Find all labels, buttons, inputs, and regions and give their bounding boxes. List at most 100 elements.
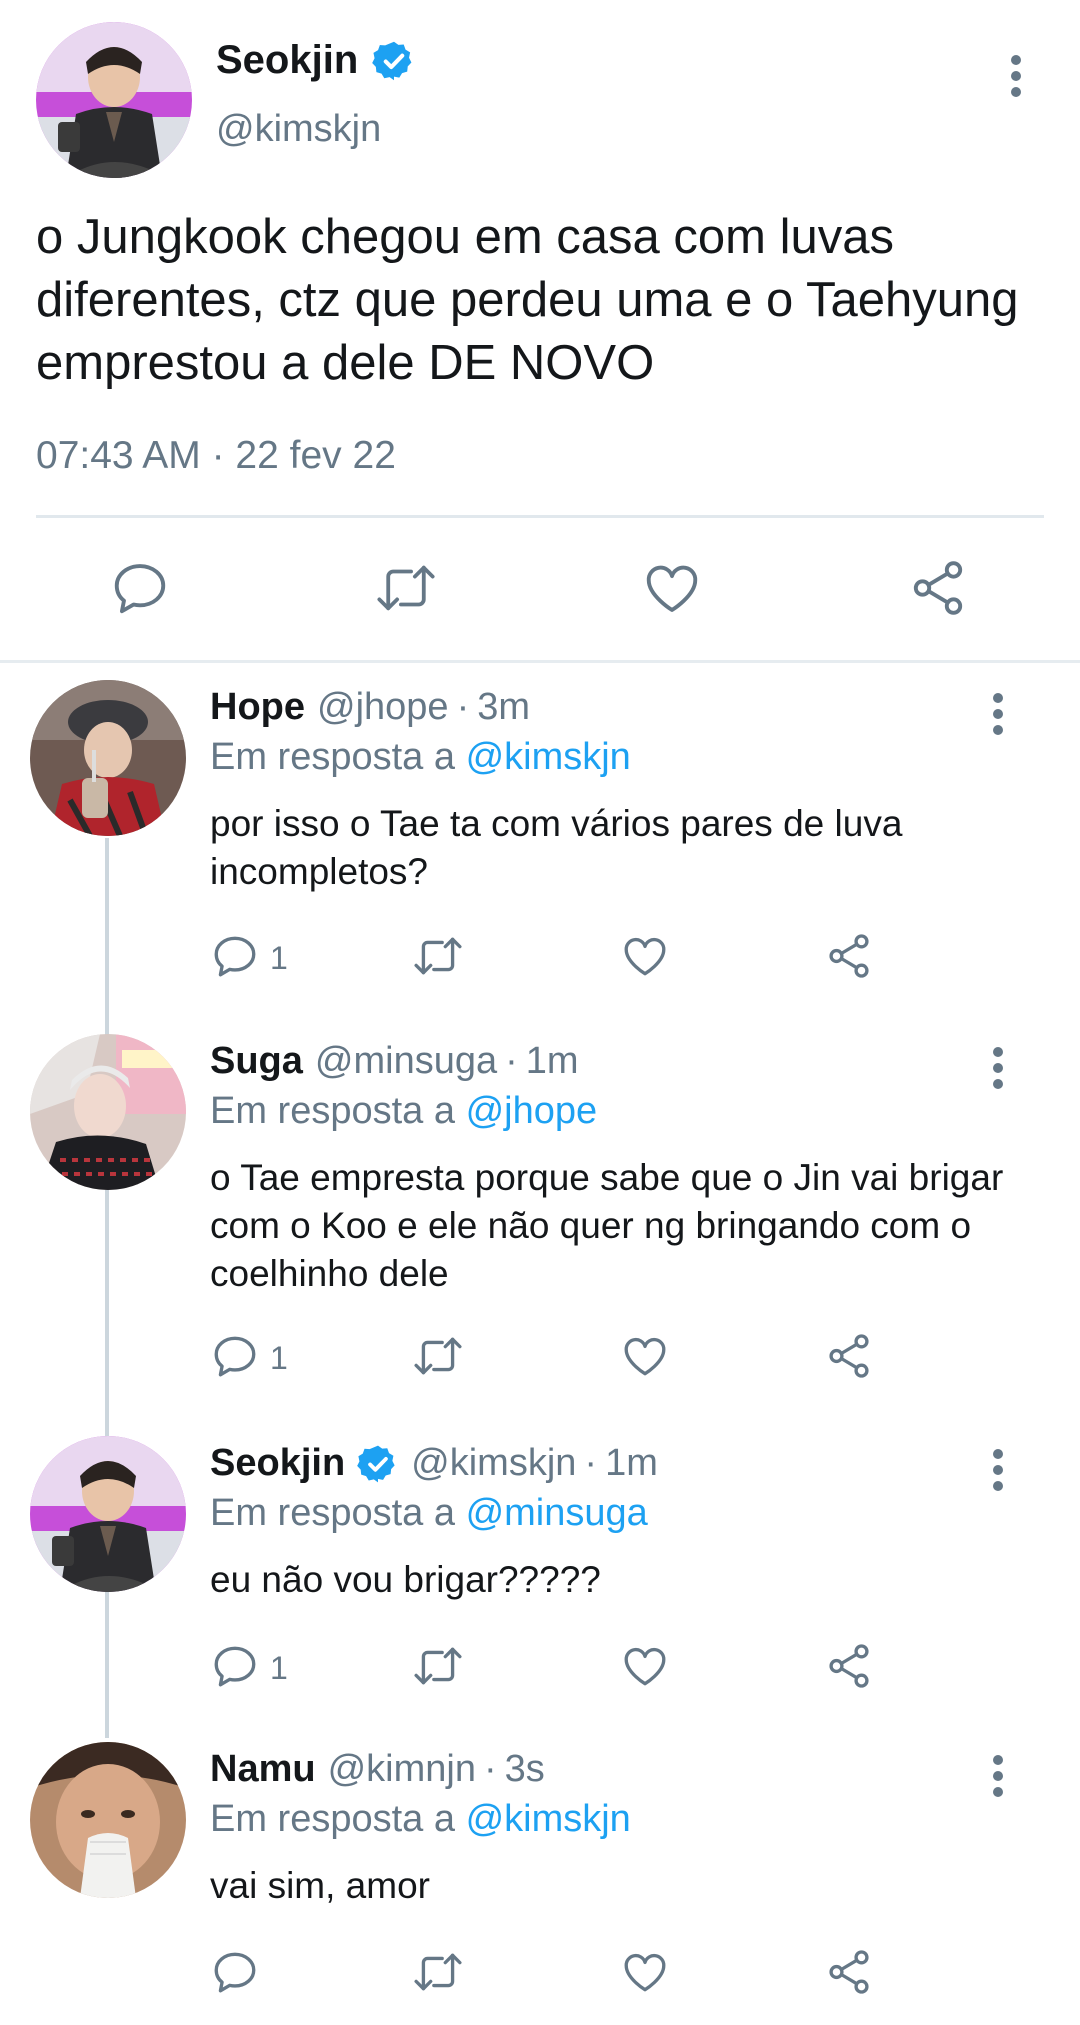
avatar[interactable] [30, 1034, 186, 1190]
reply-actions: 1 [210, 928, 910, 988]
reply-icon [210, 1641, 260, 1696]
retweet-button[interactable] [410, 928, 466, 988]
like-button[interactable] [620, 1944, 670, 2004]
tweet-timestamp[interactable]: 07:43 AM · 22 fev 22 [36, 434, 396, 478]
reply-button[interactable] [100, 550, 180, 630]
reply-tweet: Hope @jhope · 3m Em resposta a @kimskjn … [0, 668, 1080, 1018]
reply-time[interactable]: 1m [526, 1040, 579, 1083]
reply-button[interactable]: 1 [210, 928, 288, 988]
retweet-button[interactable] [410, 1638, 466, 1698]
retweet-icon [410, 1331, 466, 1386]
verified-badge-icon [357, 1443, 399, 1485]
more-options-icon[interactable] [978, 1446, 1018, 1496]
share-button[interactable] [824, 1328, 874, 1388]
retweet-icon [410, 1947, 466, 2002]
like-button[interactable] [632, 550, 712, 630]
reply-text: o Tae empresta porque sabe que o Jin vai… [210, 1157, 1004, 1294]
author-row: Seokjin [216, 38, 416, 83]
author-name[interactable]: Seokjin [210, 1442, 345, 1485]
reply-actions [210, 1944, 910, 2004]
mention-link[interactable]: @minsuga [466, 1492, 648, 1534]
tweet-text: o Jungkook chegou em casa com luvas dife… [36, 210, 1019, 390]
author-handle[interactable]: @jhope [317, 686, 449, 729]
more-options-icon[interactable] [978, 690, 1018, 740]
avatar[interactable] [30, 680, 186, 836]
reply-count: 1 [270, 939, 288, 976]
main-tweet: Seokjin @kimskjn o Jungkook chegou em ca… [0, 0, 1080, 663]
reply-text: por isso o Tae ta com vários pares de lu… [210, 803, 903, 892]
share-button[interactable] [824, 1638, 874, 1698]
replying-to-label: Em resposta a [210, 1492, 455, 1534]
share-icon [824, 1331, 874, 1386]
author-handle[interactable]: @kimskjn [216, 108, 381, 151]
reply-count: 1 [270, 1649, 288, 1686]
reply-time[interactable]: 3s [505, 1748, 545, 1791]
reply-time[interactable]: 3m [477, 686, 530, 729]
author-name[interactable]: Seokjin [216, 38, 358, 83]
reply-tweet: Namu @kimnjn · 3s Em resposta a @kimskjn… [0, 1730, 1080, 2025]
reply-header: Namu @kimnjn · 3s [210, 1748, 545, 1791]
like-icon [620, 1331, 670, 1386]
like-button[interactable] [620, 1328, 670, 1388]
reply-button[interactable] [210, 1944, 270, 2004]
retweet-button[interactable] [410, 1328, 466, 1388]
reply-header: Seokjin @kimskjn · 1m [210, 1442, 658, 1485]
divider [36, 515, 1044, 518]
replying-to: Em resposta a @jhope [210, 1090, 597, 1133]
more-options-icon[interactable] [978, 1752, 1018, 1802]
author-name[interactable]: Suga [210, 1040, 303, 1083]
mention-link[interactable]: @kimskjn [466, 736, 631, 778]
reply-actions: 1 [210, 1638, 910, 1698]
replying-to-label: Em resposta a [210, 736, 455, 778]
like-button[interactable] [620, 1638, 670, 1698]
reply-header: Hope @jhope · 3m [210, 686, 530, 729]
share-icon [824, 1947, 874, 2002]
author-name[interactable]: Namu [210, 1748, 316, 1791]
retweet-icon [410, 931, 466, 986]
replying-to: Em resposta a @minsuga [210, 1492, 648, 1535]
reply-button[interactable]: 1 [210, 1328, 288, 1388]
more-options-icon[interactable] [996, 52, 1036, 102]
replying-to-label: Em resposta a [210, 1090, 455, 1132]
share-button[interactable] [898, 550, 978, 630]
like-button[interactable] [620, 928, 670, 988]
replying-to-label: Em resposta a [210, 1798, 455, 1840]
reply-count: 1 [270, 1339, 288, 1376]
retweet-icon [410, 1641, 466, 1696]
reply-time[interactable]: 1m [605, 1442, 658, 1485]
reply-button[interactable]: 1 [210, 1638, 288, 1698]
verified-badge-icon [372, 39, 416, 83]
share-button[interactable] [824, 1944, 874, 2004]
tweet-actions [0, 550, 1080, 630]
share-icon [824, 1641, 874, 1696]
avatar[interactable] [30, 1742, 186, 1898]
replying-to: Em resposta a @kimskjn [210, 736, 631, 779]
section-divider [0, 660, 1080, 663]
reply-tweet: Suga @minsuga · 1m Em resposta a @jhope … [0, 1022, 1080, 1420]
replying-to: Em resposta a @kimskjn [210, 1798, 631, 1841]
share-icon [907, 557, 969, 624]
mention-link[interactable]: @jhope [466, 1090, 598, 1132]
reply-text: vai sim, amor [210, 1865, 430, 1906]
retweet-icon [373, 557, 439, 624]
author-handle[interactable]: @kimnjn [328, 1748, 476, 1791]
reply-icon [109, 557, 171, 624]
like-icon [620, 1641, 670, 1696]
author-handle[interactable]: @kimskjn [411, 1442, 576, 1485]
author-name[interactable]: Hope [210, 686, 305, 729]
reply-actions: 1 [210, 1328, 910, 1388]
separator: · [456, 686, 470, 728]
reply-icon [210, 931, 260, 986]
mention-link[interactable]: @kimskjn [466, 1798, 631, 1840]
more-options-icon[interactable] [978, 1044, 1018, 1094]
reply-tweet: Seokjin @kimskjn · 1m Em resposta a @min… [0, 1424, 1080, 1724]
retweet-button[interactable] [410, 1944, 466, 2004]
reply-text: eu não vou brigar????? [210, 1559, 601, 1600]
author-handle[interactable]: @minsuga [315, 1040, 497, 1083]
share-button[interactable] [824, 928, 874, 988]
avatar[interactable] [30, 1436, 186, 1592]
reply-header: Suga @minsuga · 1m [210, 1040, 579, 1083]
retweet-button[interactable] [366, 550, 446, 630]
like-icon [641, 557, 703, 624]
avatar[interactable] [36, 22, 192, 178]
